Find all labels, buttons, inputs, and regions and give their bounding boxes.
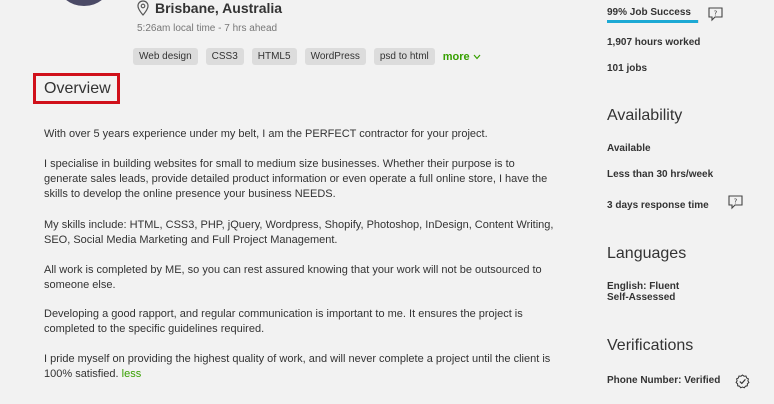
location-text: Brisbane, Australia [155,0,283,16]
skills-list: Web design CSS3 HTML5 WordPress psd to h… [133,48,481,65]
job-success: 99% Job Success [607,7,691,18]
overview-title: Overview [44,80,111,97]
overview-paragraph-last: I pride myself on providing the highest … [44,352,554,382]
skill-tag[interactable]: psd to html [373,48,435,65]
chevron-down-icon [473,54,481,59]
map-pin-icon [137,0,149,16]
overview-paragraph: All work is completed by ME, so you can … [44,264,542,291]
avatar [58,0,110,6]
svg-text:?: ? [734,198,738,206]
language-item: English: Fluent [607,281,680,292]
jobs-count: 101 jobs [607,63,648,74]
availability-status: Available [607,143,651,154]
verifications-heading: Verifications [607,337,694,354]
local-time: 5:26am local time - 7 hrs ahead [137,23,278,34]
more-skills-link[interactable]: more [443,51,481,63]
more-label: more [442,50,470,63]
overview-paragraph-text: I pride myself on providing the highest … [44,353,551,380]
location: Brisbane, Australia [137,0,282,16]
less-link[interactable]: less [122,368,142,380]
overview-paragraph: My skills include: HTML, CSS3, PHP, jQue… [44,219,554,246]
language-level: Self-Assessed [607,292,676,303]
overview-paragraph: With over 5 years experience under my be… [44,128,488,140]
job-success-bar [607,20,699,23]
availability-heading: Availability [607,107,683,124]
speech-bubble-icon[interactable]: ? [728,195,743,210]
response-time: 3 days response time [607,200,709,211]
job-success-bar-fill [607,20,699,23]
availability-hours: Less than 30 hrs/week [607,169,714,180]
overview-paragraph: Developing a good rapport, and regular c… [44,308,523,335]
skill-tag[interactable]: WordPress [304,48,366,65]
skill-tag[interactable]: Web design [133,48,198,65]
overview-paragraph: I specialise in building websites for sm… [44,158,548,200]
skill-tag[interactable]: HTML5 [251,48,297,65]
verified-check-icon [735,374,750,389]
phone-verified: Phone Number: Verified [607,375,721,386]
hours-worked: 1,907 hours worked [607,37,701,48]
skill-tag[interactable]: CSS3 [205,48,244,65]
speech-bubble-icon[interactable]: ? [708,7,723,22]
languages-heading: Languages [607,245,687,262]
svg-text:?: ? [714,10,718,18]
